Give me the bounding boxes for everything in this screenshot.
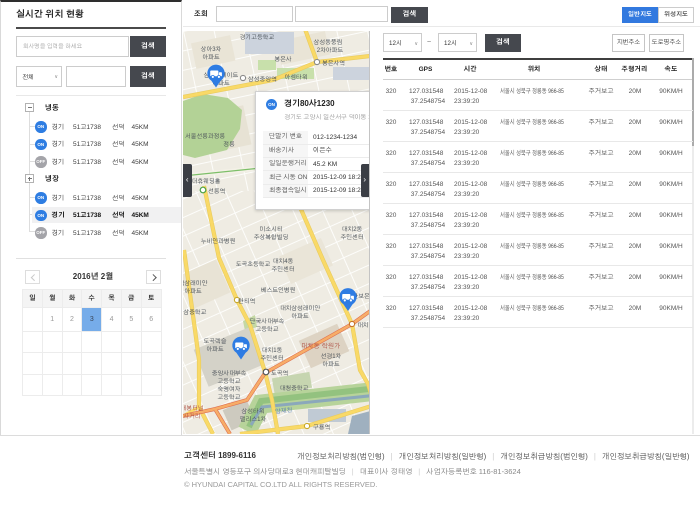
svg-text:경기고등학교: 경기고등학교 [240,34,275,41]
svg-text:삼성중앙역: 삼성중앙역 [248,75,277,83]
svg-text:대치2동: 대치2동 [342,226,363,233]
svg-text:주상복합빌딩: 주상복합빌딩 [254,234,289,241]
svg-text:고등학교: 고등학교 [217,394,240,401]
svg-text:단국사대부속: 단국사대부속 [250,318,285,325]
svg-text:베스트인병원: 베스트인병원 [261,286,296,294]
svg-text:구룡역: 구룡역 [313,424,331,431]
svg-text:고등학교: 고등학교 [255,326,278,333]
svg-text:선경1차: 선경1차 [321,353,342,360]
svg-text:아파트: 아파트 [184,288,202,295]
svg-text:선릉역: 선릉역 [208,188,226,195]
svg-text:팰리스1차: 팰리스1차 [240,416,267,423]
svg-text:매봉터널: 매봉터널 [183,405,204,412]
svg-text:도곡초등학교: 도곡초등학교 [236,261,271,268]
svg-text:중앙사대부속: 중앙사대부속 [212,369,247,377]
svg-text:삼성동풍림: 삼성동풍림 [314,38,343,46]
svg-text:더휴웨딩홀: 더휴웨딩홀 [192,177,221,185]
svg-text:누네안과병원: 누네안과병원 [201,237,236,245]
svg-text:역삼중학교: 역삼중학교 [183,309,207,316]
svg-text:아파트: 아파트 [291,313,309,320]
svg-text:주민센터: 주민센터 [271,266,294,273]
svg-text:아셈타워: 아셈타워 [284,74,307,81]
svg-text:주민센터: 주민센터 [260,355,283,362]
svg-text:삼성타워: 삼성타워 [241,408,264,415]
svg-text:봉은사역: 봉은사역 [322,60,345,67]
svg-text:도곡렉슬: 도곡렉슬 [203,337,226,345]
svg-text:숙명여자: 숙명여자 [217,385,240,393]
svg-text:도곡역: 도곡역 [271,370,289,377]
svg-text:고등학교: 고등학교 [217,378,240,385]
svg-text:대치삼성래미안: 대치삼성래미안 [280,305,321,312]
svg-text:정릉: 정릉 [223,141,235,148]
svg-text:주민센터: 주민센터 [340,234,363,241]
svg-text:아파트: 아파트 [322,361,340,368]
svg-text:미소시티: 미소시티 [259,226,282,233]
svg-text:아파트: 아파트 [206,346,224,353]
svg-text:대치4동: 대치4동 [273,258,294,265]
svg-text:봉은사: 봉은사 [274,56,292,63]
svg-text:역삼래미안: 역삼래미안 [183,280,208,287]
svg-text:대청중학교: 대청중학교 [280,385,309,392]
svg-text:사거리: 사거리 [183,413,201,420]
svg-text:대치동 학원가: 대치동 학원가 [301,342,340,350]
svg-text:대치역: 대치역 [357,322,370,329]
svg-text:아파트: 아파트 [202,54,220,61]
svg-text:2차아파트: 2차아파트 [317,47,344,54]
svg-text:대치1동: 대치1동 [262,347,283,354]
svg-text:한티역: 한티역 [238,298,256,305]
svg-text:서울선릉과정릉: 서울선릉과정릉 [185,133,226,140]
svg-text:상아3차: 상아3차 [201,46,222,53]
